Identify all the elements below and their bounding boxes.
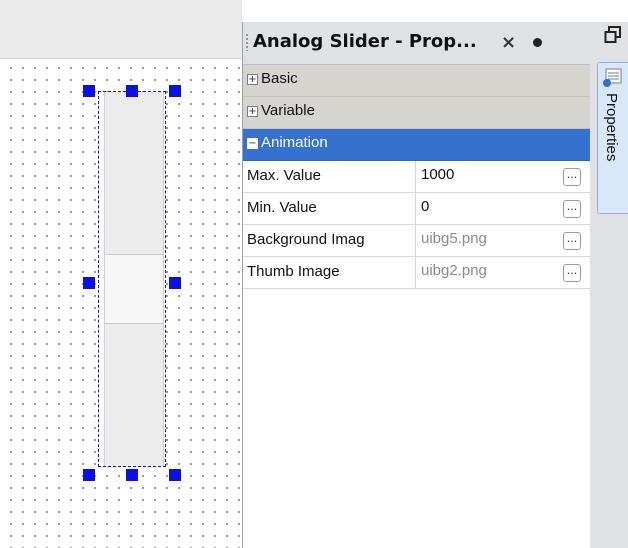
resize-handle-top-left[interactable] <box>83 85 95 97</box>
properties-icon <box>603 68 622 87</box>
canvas-top-bar <box>0 0 242 59</box>
column-divider <box>415 257 416 288</box>
property-row-min-value[interactable]: Min. Value 0 ... <box>243 193 591 225</box>
ellipsis-button[interactable]: ... <box>563 264 581 282</box>
property-name: Max. Value <box>247 167 321 184</box>
category-animation[interactable]: − Animation <box>243 129 591 161</box>
ellipsis-button[interactable]: ... <box>563 168 581 186</box>
close-button[interactable]: × <box>501 32 516 53</box>
property-name: Thumb Image <box>247 263 340 280</box>
dock-tab-label: Properties <box>603 93 620 162</box>
resize-handle-left[interactable] <box>83 277 95 289</box>
category-variable[interactable]: + Variable <box>243 97 591 129</box>
properties-dock-tab[interactable]: Properties <box>597 62 628 214</box>
ellipsis-button[interactable]: ... <box>563 232 581 250</box>
property-row-background-image[interactable]: Background Imag uibg5.png ... <box>243 225 591 257</box>
category-label: Basic <box>261 70 298 87</box>
category-label: Variable <box>261 102 315 119</box>
property-value[interactable]: 1000 <box>421 166 454 183</box>
column-divider <box>415 225 416 256</box>
panel-title: Analog Slider - Prop... <box>253 31 477 52</box>
resize-handle-top[interactable] <box>126 85 138 97</box>
resize-handle-bottom-right[interactable] <box>169 469 181 481</box>
drag-grip-icon[interactable] <box>246 33 248 51</box>
selection-outline <box>98 91 166 467</box>
property-value[interactable]: uibg5.png <box>421 230 487 247</box>
resize-handle-top-right[interactable] <box>169 85 181 97</box>
property-value[interactable]: uibg2.png <box>421 262 487 279</box>
property-name: Background Imag <box>247 231 365 248</box>
column-divider <box>415 193 416 224</box>
property-row-thumb-image[interactable]: Thumb Image uibg2.png ... <box>243 257 591 289</box>
property-name: Min. Value <box>247 199 317 216</box>
panel-title-bar[interactable]: Analog Slider - Prop... × <box>243 22 591 65</box>
expand-icon[interactable]: + <box>247 74 258 85</box>
resize-handle-right[interactable] <box>169 277 181 289</box>
collapse-icon[interactable]: − <box>247 138 258 149</box>
resize-handle-bottom-left[interactable] <box>83 469 95 481</box>
ellipsis-button[interactable]: ... <box>563 200 581 218</box>
properties-panel: Analog Slider - Prop... × + Basic + Vari… <box>242 22 592 548</box>
expand-icon[interactable]: + <box>247 106 258 117</box>
category-label: Animation <box>261 134 328 151</box>
pin-icon[interactable] <box>533 38 542 47</box>
category-basic[interactable]: + Basic <box>243 65 591 97</box>
column-divider <box>415 161 416 192</box>
property-value[interactable]: 0 <box>421 198 429 215</box>
restore-window-icon[interactable] <box>604 26 622 44</box>
resize-handle-bottom[interactable] <box>126 469 138 481</box>
property-row-max-value[interactable]: Max. Value 1000 ... <box>243 161 591 193</box>
